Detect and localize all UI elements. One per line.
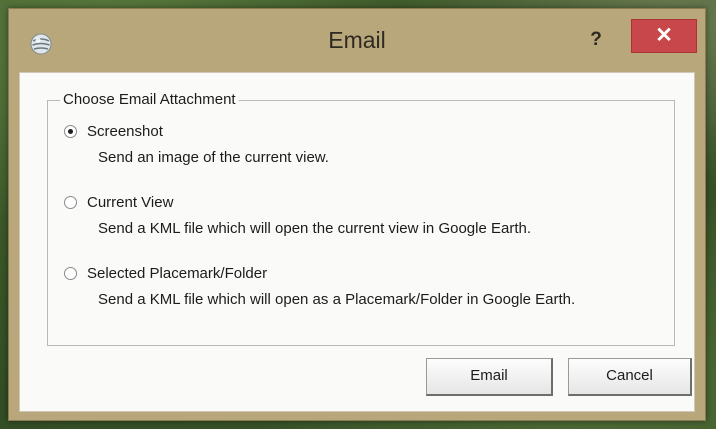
- option-current-view-description: Send a KML file which will open the curr…: [98, 220, 532, 237]
- cancel-button[interactable]: Cancel: [568, 358, 692, 396]
- option-current-view-label[interactable]: Current View: [87, 194, 173, 212]
- radio-current-view[interactable]: [64, 196, 77, 209]
- radio-selected-placemark[interactable]: [64, 267, 77, 280]
- title-bar[interactable]: Email ? ✕: [9, 9, 705, 72]
- email-dialog: Email ? ✕ Choose Email Attachment Screen…: [8, 8, 706, 421]
- dialog-content: Choose Email Attachment Screenshot Send …: [19, 72, 695, 412]
- email-button[interactable]: Email: [426, 358, 553, 396]
- option-selected-placemark-label[interactable]: Selected Placemark/Folder: [87, 265, 267, 283]
- radio-screenshot[interactable]: [64, 125, 77, 138]
- option-selected-placemark-description: Send a KML file which will open as a Pla…: [98, 291, 576, 308]
- group-legend: Choose Email Attachment: [60, 91, 239, 109]
- help-button[interactable]: ?: [581, 27, 611, 53]
- close-button[interactable]: ✕: [631, 19, 697, 53]
- option-screenshot-description: Send an image of the current view.: [98, 149, 329, 166]
- option-screenshot-label[interactable]: Screenshot: [87, 123, 163, 141]
- close-icon: ✕: [655, 24, 673, 47]
- attachment-group: Choose Email Attachment Screenshot Send …: [47, 91, 675, 346]
